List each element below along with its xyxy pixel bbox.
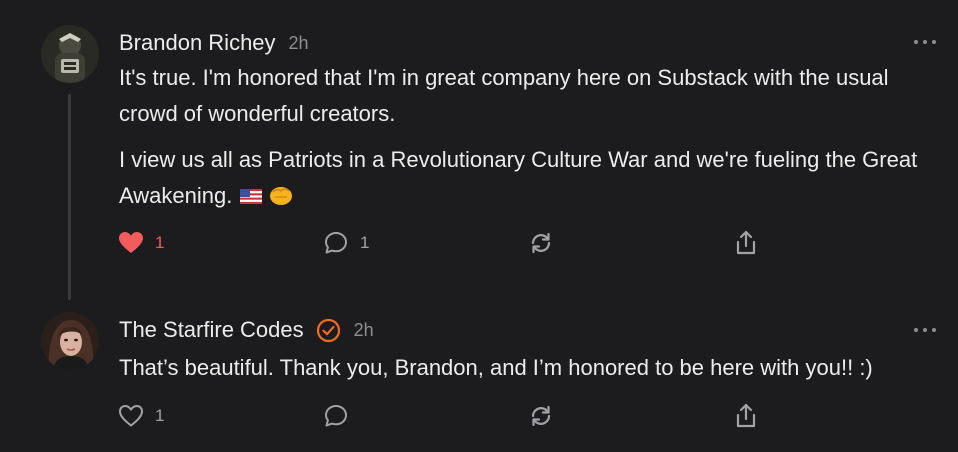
timestamp[interactable]: 2h [289,33,309,54]
comment-icon [325,405,347,427]
comment-header: Brandon Richey 2h [119,28,309,58]
like-count: 1 [155,406,165,425]
us-flag-emoji [240,189,263,204]
thread-line [68,94,71,300]
timestamp[interactable]: 2h [354,320,374,341]
restack-icon [531,405,551,427]
avatar[interactable] [41,312,99,370]
avatar[interactable] [41,25,99,83]
reply-button[interactable] [323,401,349,431]
heart-icon [119,405,143,427]
share-button[interactable] [733,401,759,431]
comment-actions: 1 [118,401,758,431]
comment-paragraph-text: I view us all as Patriots in a Revolutio… [119,147,918,208]
comment-icon [325,232,347,254]
share-icon [736,403,756,428]
share-icon [736,230,756,255]
comment-paragraph: It's true. I'm honored that I'm in great… [119,65,889,126]
verified-check-icon [316,318,341,343]
reply-button[interactable]: 1 [323,228,369,258]
comment-paragraph: I view us all as Patriots in a Revolutio… [119,142,919,214]
like-count: 1 [155,233,165,252]
more-icon[interactable] [914,326,936,334]
author-name[interactable]: Brandon Richey [119,30,276,56]
heart-icon [119,232,143,253]
comment-paragraph: That’s beautiful. Thank you, Brandon, an… [119,355,873,380]
comment-brandon-richey: Brandon Richey 2h It's true. I'm honored… [0,0,958,300]
like-button[interactable]: 1 [118,401,164,431]
comment-starfire-codes: The Starfire Codes 2h That’s beautiful. … [0,300,958,452]
reply-count: 1 [360,233,370,252]
comment-header: The Starfire Codes 2h [119,315,374,345]
like-button[interactable]: 1 [118,228,164,258]
restack-icon [531,232,551,254]
restack-button[interactable] [528,401,554,431]
share-button[interactable] [733,228,759,258]
fist-emoji [269,187,292,205]
author-name[interactable]: The Starfire Codes [119,317,304,343]
more-icon[interactable] [914,38,936,46]
comment-actions: 1 1 [118,228,758,258]
restack-button[interactable] [528,228,554,258]
